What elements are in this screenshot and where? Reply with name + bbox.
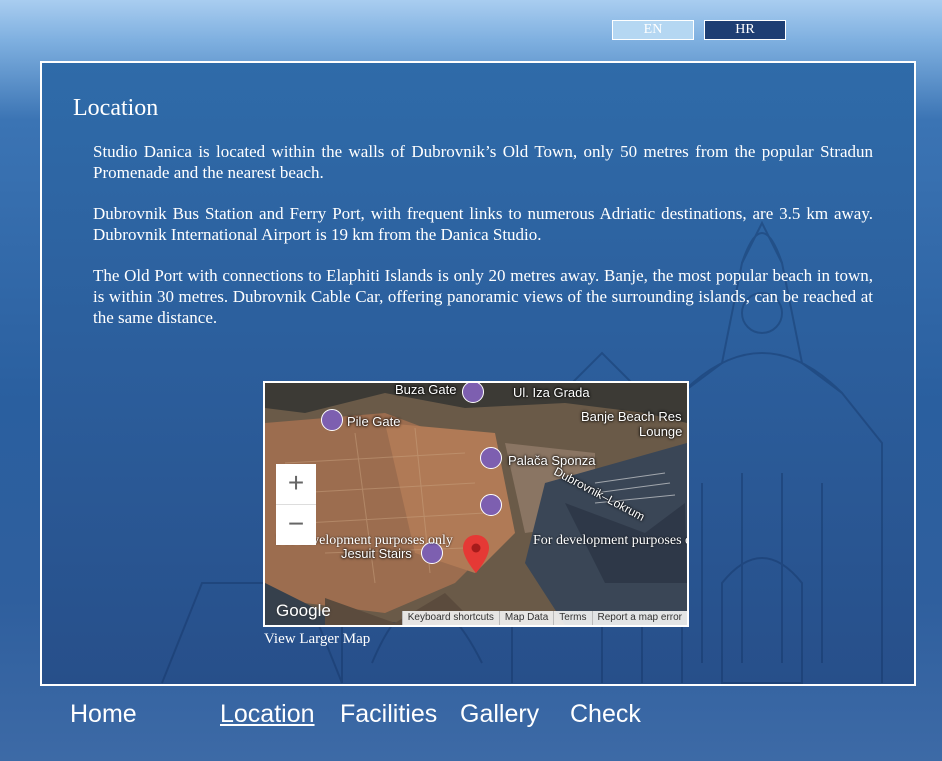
map-label-palaca-sponza: Palača Sponza	[508, 453, 596, 468]
nav-gallery[interactable]: Gallery	[460, 700, 539, 729]
lang-hr-button[interactable]: HR	[704, 20, 786, 40]
nav-check[interactable]: Check	[570, 700, 641, 729]
location-marker-icon[interactable]	[463, 535, 489, 573]
poi-museum-icon[interactable]	[480, 494, 502, 516]
map-label-buza-gate: Buza Gate	[395, 382, 457, 397]
location-description: Studio Danica is located within the wall…	[93, 141, 873, 348]
report-map-error-link[interactable]: Report a map error	[591, 611, 687, 625]
map-footer: Keyboard shortcuts Map Data Terms Report…	[401, 611, 687, 625]
lang-en-button[interactable]: EN	[612, 20, 694, 40]
terms-link[interactable]: Terms	[553, 611, 591, 625]
map-label-pile-gate: Pile Gate	[347, 414, 401, 429]
nav-location[interactable]: Location	[220, 700, 315, 729]
page-title: Location	[73, 95, 159, 121]
map-label-lounge: Lounge	[639, 424, 683, 439]
paragraph-transport: Dubrovnik Bus Station and Ferry Port, wi…	[93, 204, 873, 244]
dev-notice-right: For development purposes only	[533, 533, 687, 548]
view-larger-map-link[interactable]: View Larger Map	[264, 631, 370, 648]
map-label-banje-beach: Banje Beach Res	[581, 409, 682, 424]
nav-home[interactable]: Home	[70, 700, 137, 729]
nav-facilities[interactable]: Facilities	[340, 700, 437, 729]
poi-palaca-sponza-icon[interactable]	[480, 447, 502, 469]
map-data-link[interactable]: Map Data	[498, 611, 553, 625]
zoom-out-button[interactable]: −	[276, 505, 316, 545]
google-logo: Google	[276, 601, 331, 620]
paragraph-studio: Studio Danica is located within the wall…	[93, 142, 873, 182]
poi-pile-gate-icon[interactable]	[321, 409, 343, 431]
keyboard-shortcuts-link[interactable]: Keyboard shortcuts	[401, 611, 499, 625]
embedded-map[interactable]: Buza Gate Ul. Iza Grada Pile Gate Banje …	[263, 381, 689, 627]
zoom-in-button[interactable]: +	[276, 464, 316, 505]
content-panel: Location Studio Danica is located within…	[40, 61, 916, 686]
poi-buza-gate-icon[interactable]	[462, 383, 484, 403]
map-label-ul-iza-grada: Ul. Iza Grada	[513, 385, 590, 400]
paragraph-old-port: The Old Port with connections to Elaphit…	[93, 266, 873, 327]
